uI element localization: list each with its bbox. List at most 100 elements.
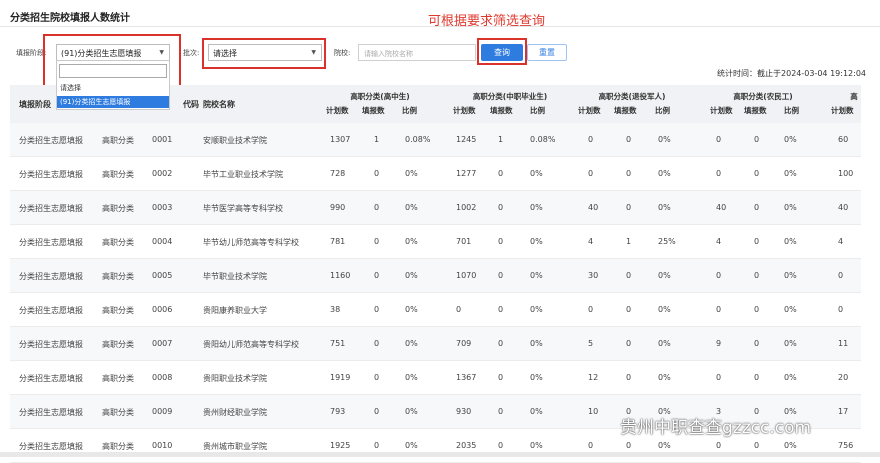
table-cell-code: 0005	[152, 271, 173, 280]
table-cell-value: 0%	[530, 373, 543, 382]
table-cell-value: 20	[838, 373, 849, 382]
table-cell-value: 25%	[658, 237, 676, 246]
table-cell-value: 0	[374, 203, 380, 212]
table-cell-value: 0%	[405, 169, 418, 178]
table-cell-value: 0%	[784, 373, 797, 382]
table-row: 分类招生志愿填报 高职分类 0007 贵阳幼儿师范高等专科学校 751 0 0% 709 0 0%…	[10, 327, 861, 361]
table-cell-value: 0	[716, 135, 722, 144]
table-cell-stage: 分类招生志愿填报	[19, 136, 83, 145]
table-cell-value: 0	[374, 169, 380, 178]
table-cell-value: 0	[716, 305, 722, 314]
table-row: 分类招生志愿填报 高职分类 0004 毕节幼儿师范高等专科学校 781 0 0% 701 0 0%…	[10, 225, 861, 259]
table-cell-value: 1245	[456, 135, 477, 144]
table-cell-value: 709	[456, 339, 472, 348]
table-cell-value: 5	[588, 339, 594, 348]
table-cell-value: 0%	[530, 305, 543, 314]
table-cell-stage: 分类招生志愿填报	[19, 442, 83, 451]
table-cell-value: 0	[498, 339, 504, 348]
table-cell-value: 0	[498, 441, 504, 450]
table-cell-value: 0	[498, 407, 504, 416]
dropdown-option[interactable]: 请选择	[57, 82, 169, 94]
table-cell-value: 0.08%	[405, 135, 431, 144]
table-cell-value: 0%	[784, 441, 797, 450]
table-cell-value: 1	[626, 237, 632, 246]
table-cell-value: 1070	[456, 271, 477, 280]
header-sub: 计划数	[831, 106, 854, 115]
table-cell-value: 0%	[658, 271, 671, 280]
reset-button[interactable]: 重置	[527, 44, 567, 61]
header-sub: 填报数	[490, 106, 513, 115]
table-cell-value: 10	[588, 407, 599, 416]
header-sub: 计划数	[578, 106, 601, 115]
table-cell-school: 贵州城市职业学院	[203, 442, 267, 451]
table-cell-value: 0%	[784, 169, 797, 178]
table-cell-value: 40	[716, 203, 727, 212]
annotation-text: 可根据要求筛选查询	[428, 14, 546, 29]
table-cell-value: 0	[754, 339, 760, 348]
table-cell-value: 0%	[530, 407, 543, 416]
table-cell-code: 0002	[152, 169, 173, 178]
table-cell-value: 0%	[530, 441, 543, 450]
table-cell-value: 0	[374, 441, 380, 450]
dropdown-option-selected[interactable]: (91)分类招生志愿填报	[57, 96, 169, 108]
table-cell-value: 0%	[658, 373, 671, 382]
table-cell-stage: 分类招生志愿填报	[19, 340, 83, 349]
header-code: 代码	[183, 100, 199, 109]
table-cell-school: 贵州财经职业学院	[203, 408, 267, 417]
table-cell-code: 0001	[152, 135, 173, 144]
table-cell-school: 毕节工业职业技术学院	[203, 170, 283, 179]
table-cell-value: 17	[838, 407, 849, 416]
table-cell-value: 0.08%	[530, 135, 556, 144]
table-cell-batch: 高职分类	[102, 272, 134, 281]
table-cell-value: 0	[626, 203, 632, 212]
table-cell-value: 0	[754, 441, 760, 450]
table-cell-value: 0	[838, 271, 844, 280]
table-cell-value: 0%	[658, 339, 671, 348]
header-school: 院校名称	[203, 100, 235, 109]
table-cell-value: 0	[626, 305, 632, 314]
table-row: 分类招生志愿填报 高职分类 0006 贵阳康养职业大学 38 0 0% 0 0 0% 0 0 0% 0 0 0…	[10, 293, 861, 327]
table-cell-value: 793	[330, 407, 346, 416]
table-cell-value: 0	[498, 305, 504, 314]
table-cell-value: 0	[838, 305, 844, 314]
header-stage: 填报阶段	[19, 100, 51, 109]
table-cell-batch: 高职分类	[102, 306, 134, 315]
table-cell-stage: 分类招生志愿填报	[19, 306, 83, 315]
dropdown-search-input[interactable]	[59, 64, 167, 78]
table-cell-code: 0004	[152, 237, 173, 246]
table-cell-value: 1	[374, 135, 380, 144]
table-cell-value: 0	[626, 271, 632, 280]
table-cell-value: 0	[754, 203, 760, 212]
table-cell-value: 990	[330, 203, 346, 212]
table-cell-value: 0	[626, 135, 632, 144]
table-cell-value: 0%	[658, 169, 671, 178]
table-cell-value: 0%	[530, 339, 543, 348]
table-cell-value: 12	[588, 373, 599, 382]
table-cell-value: 781	[330, 237, 346, 246]
stage-dropdown: 请选择 (91)分类招生志愿填报	[56, 60, 170, 110]
table-cell-value: 0	[588, 305, 594, 314]
table-cell-batch: 高职分类	[102, 408, 134, 417]
table-cell-batch: 高职分类	[102, 170, 134, 179]
table-cell-stage: 分类招生志愿填报	[19, 170, 83, 179]
table-cell-value: 0	[626, 373, 632, 382]
table-cell-school: 贵阳康养职业大学	[203, 306, 267, 315]
batch-label: 批次:	[183, 49, 200, 57]
horizontal-scrollbar[interactable]	[0, 452, 880, 457]
table-cell-value: 0	[754, 237, 760, 246]
table-cell-value: 0	[588, 135, 594, 144]
table-cell-value: 40	[588, 203, 599, 212]
table-cell-value: 751	[330, 339, 346, 348]
table-cell-value: 0%	[784, 237, 797, 246]
stat-time: 统计时间：截止于2024-03-04 19:12:04	[717, 69, 866, 78]
table-cell-value: 0%	[405, 271, 418, 280]
header-group: 高职分类(农民工)	[733, 92, 793, 101]
table-cell-value: 0%	[530, 203, 543, 212]
table-cell-value: 0	[374, 373, 380, 382]
table-cell-stage: 分类招生志愿填报	[19, 408, 83, 417]
table-cell-value: 0%	[658, 305, 671, 314]
header-sub: 计划数	[326, 106, 349, 115]
table-cell-value: 0	[626, 441, 632, 450]
table-cell-stage: 分类招生志愿填报	[19, 238, 83, 247]
school-input[interactable]: 请输入院校名称	[358, 44, 476, 61]
